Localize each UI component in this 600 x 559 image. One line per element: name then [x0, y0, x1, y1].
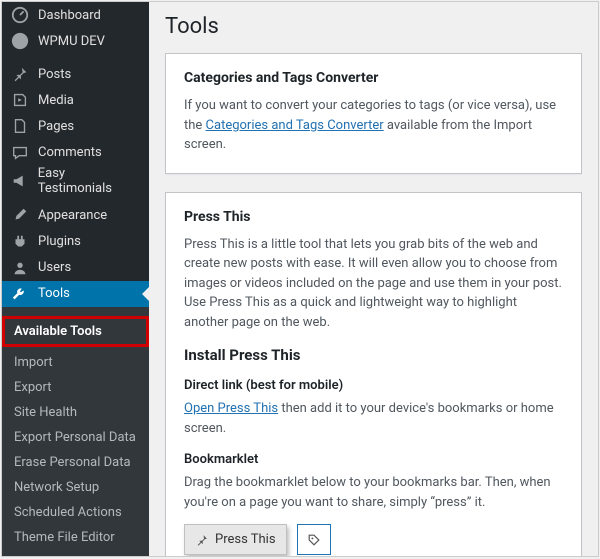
- press-this-bookmarklet[interactable]: Press This: [184, 524, 287, 555]
- sidebar-item-label: Plugins: [38, 234, 81, 249]
- card-press-this: Press This Press This is a little tool t…: [165, 192, 582, 557]
- admin-sidebar: Dashboard WPMU DEV Posts Media Pages Com…: [2, 2, 149, 556]
- card-converter-text: If you want to convert your categories t…: [184, 96, 563, 155]
- press-this-heading: Press This: [184, 209, 563, 225]
- sidebar-item-tools[interactable]: Tools: [2, 281, 149, 307]
- sidebar-item-users[interactable]: Users: [2, 255, 149, 281]
- submenu-site-health[interactable]: Site Health: [2, 400, 149, 425]
- page-title: Tools: [165, 14, 582, 39]
- wrench-icon: [10, 284, 30, 304]
- sidebar-item-appearance[interactable]: Appearance: [2, 202, 149, 228]
- submenu-import[interactable]: Import: [2, 350, 149, 375]
- sidebar-item-plugins[interactable]: Plugins: [2, 228, 149, 254]
- plugin-icon: [10, 232, 30, 252]
- sidebar-item-label: Easy Testimonials: [38, 166, 141, 196]
- tools-submenu: Available Tools Import Export Site Healt…: [2, 307, 149, 556]
- sidebar-item-wpmu[interactable]: WPMU DEV: [2, 28, 149, 54]
- sidebar-item-label: Tools: [38, 286, 70, 301]
- sidebar-item-label: Comments: [38, 145, 102, 160]
- highlight-available-tools: Available Tools: [2, 316, 149, 347]
- link-open-press-this[interactable]: Open Press This: [184, 401, 278, 416]
- sidebar-item-testimonials[interactable]: Easy Testimonials: [2, 166, 149, 196]
- submenu-theme-editor[interactable]: Theme File Editor: [2, 525, 149, 550]
- submenu-available-tools[interactable]: Available Tools: [14, 321, 137, 342]
- pin-icon: [10, 64, 30, 84]
- pin-icon: [195, 533, 209, 547]
- sidebar-item-pages[interactable]: Pages: [2, 113, 149, 139]
- dashboard-icon: [10, 5, 30, 25]
- install-heading: Install Press This: [184, 346, 563, 364]
- sidebar-item-label: Media: [38, 93, 74, 108]
- press-this-button-label: Press This: [215, 532, 276, 547]
- submenu-scheduled[interactable]: Scheduled Actions: [2, 500, 149, 525]
- sidebar-item-label: WPMU DEV: [38, 34, 105, 49]
- brush-icon: [10, 205, 30, 225]
- sidebar-item-dashboard[interactable]: Dashboard: [2, 2, 149, 28]
- direct-link-text: Open Press This then add it to your devi…: [184, 399, 563, 438]
- submenu-network-setup[interactable]: Network Setup: [2, 475, 149, 500]
- sidebar-item-label: Dashboard: [38, 8, 101, 23]
- sidebar-item-label: Posts: [38, 67, 71, 82]
- submenu-export[interactable]: Export: [2, 375, 149, 400]
- megaphone-icon: [10, 171, 30, 191]
- main-content: Tools Categories and Tags Converter If y…: [149, 2, 598, 556]
- sidebar-item-posts[interactable]: Posts: [2, 61, 149, 87]
- sidebar-item-media[interactable]: Media: [2, 87, 149, 113]
- sidebar-item-label: Appearance: [38, 208, 107, 223]
- direct-link-heading: Direct link (best for mobile): [184, 378, 563, 393]
- comment-icon: [10, 143, 30, 163]
- bookmarklet-text: Drag the bookmarklet below to your bookm…: [184, 473, 563, 512]
- press-this-intro: Press This is a little tool that lets yo…: [184, 235, 563, 333]
- submenu-export-personal[interactable]: Export Personal Data: [2, 425, 149, 450]
- bookmarklet-heading: Bookmarklet: [184, 452, 563, 467]
- card-converter: Categories and Tags Converter If you wan…: [165, 53, 582, 174]
- sidebar-item-label: Pages: [38, 119, 74, 134]
- card-converter-heading: Categories and Tags Converter: [184, 70, 563, 86]
- submenu-erase-personal[interactable]: Erase Personal Data: [2, 450, 149, 475]
- tag-icon: [306, 532, 322, 548]
- media-icon: [10, 90, 30, 110]
- press-this-copy-button[interactable]: [297, 524, 331, 555]
- link-converter[interactable]: Categories and Tags Converter: [206, 118, 384, 133]
- user-icon: [10, 258, 30, 278]
- sidebar-item-label: Users: [38, 260, 71, 275]
- sidebar-item-comments[interactable]: Comments: [2, 139, 149, 165]
- wpmu-icon: [10, 31, 30, 51]
- page-icon: [10, 116, 30, 136]
